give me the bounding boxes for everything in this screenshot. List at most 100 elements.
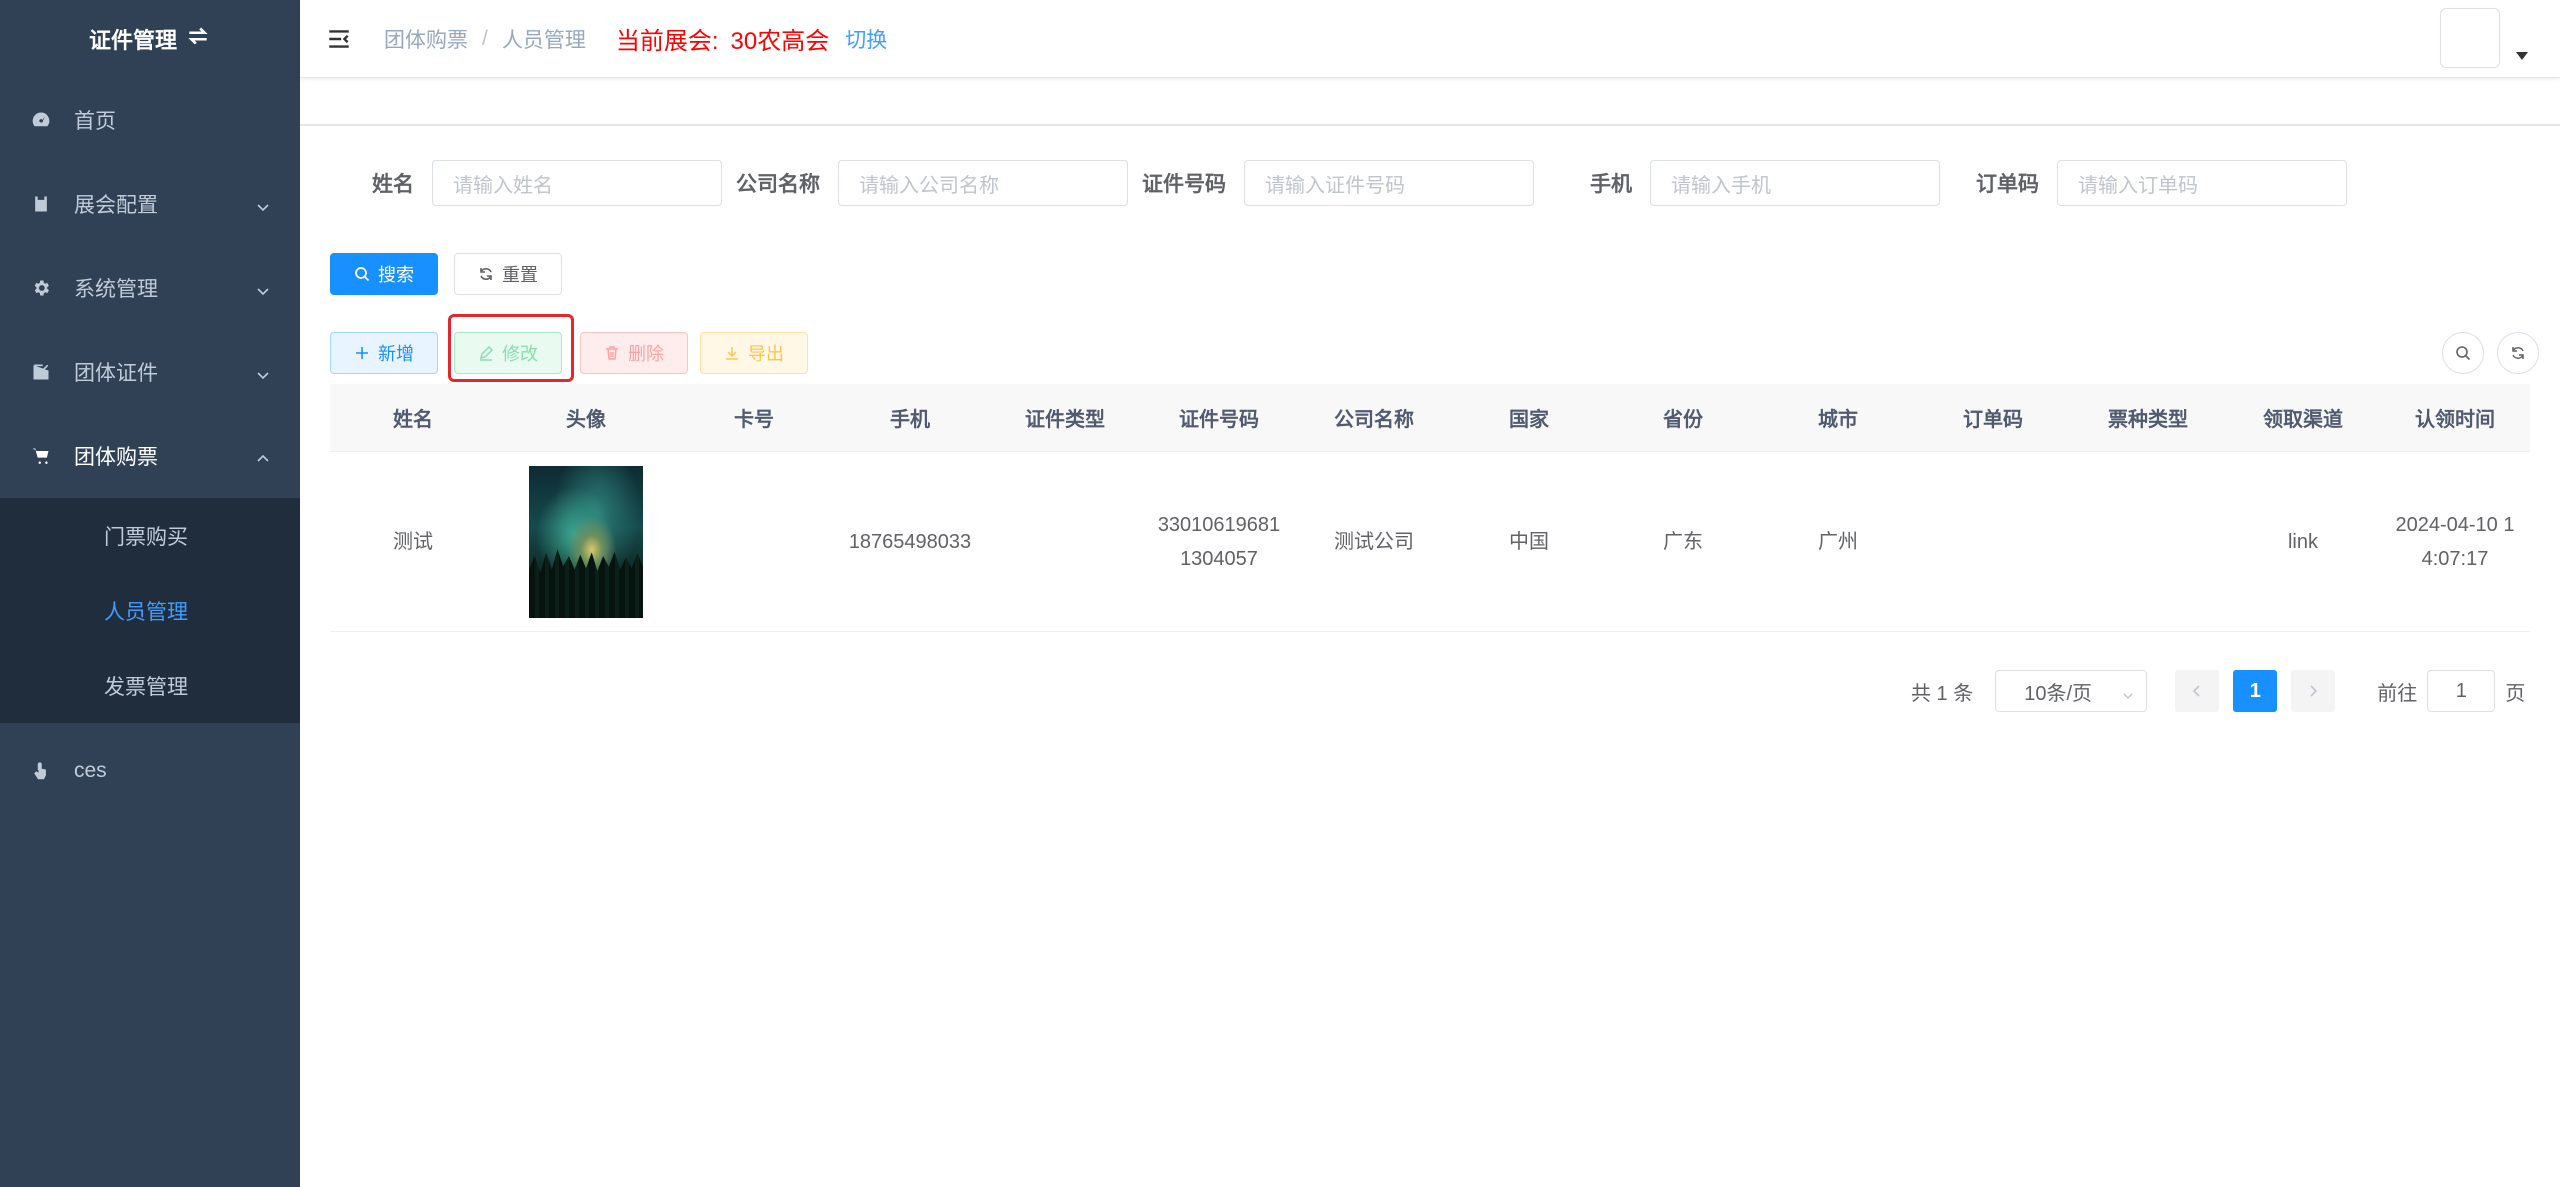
cell-claim-time: 2024-04-10 1 4:07:17 (2380, 452, 2530, 631)
reset-button[interactable]: 重置 (454, 253, 562, 295)
cell-card-no (676, 452, 832, 631)
column-header: 卡号 (734, 409, 774, 431)
download-icon (726, 347, 738, 360)
chevron-down-icon (2122, 685, 2134, 699)
refresh-icon (2512, 347, 2524, 359)
sidebar-item-group-cert[interactable]: 团体证件 (0, 330, 300, 414)
search-button[interactable]: 搜索 (330, 253, 438, 295)
breadcrumb-item[interactable]: 团体购票 (384, 24, 468, 54)
breadcrumb: 团体购票 / 人员管理 (384, 24, 586, 54)
company-input[interactable]: 请输入公司名称 (838, 160, 1128, 206)
column-header: 订单码 (1963, 409, 2023, 431)
submenu-group-ticket: 门票购买 人员管理 发票管理 (0, 498, 300, 723)
export-button[interactable]: 导出 (700, 332, 808, 374)
dashboard-icon (30, 109, 52, 131)
sidebar-item-ces[interactable]: ces (0, 729, 300, 813)
caret-down-icon[interactable] (2516, 52, 2528, 60)
order-code-input[interactable]: 请输入订单码 (2057, 160, 2347, 206)
toggle-search-button[interactable] (2442, 332, 2484, 374)
hand-pointer-icon (30, 760, 52, 782)
navbar: 团体购票 / 人员管理 当前展会: 30农高会 切换 (300, 0, 2560, 78)
order-code-label: 订单码 (1976, 173, 2039, 196)
hamburger-icon[interactable] (326, 26, 352, 52)
goto-page-input[interactable]: 1 (2427, 670, 2496, 712)
id-number-label: 证件号码 (1142, 173, 1226, 196)
chevron-right-icon (2310, 685, 2318, 697)
name-label: 姓名 (372, 173, 414, 196)
column-header: 公司名称 (1334, 409, 1414, 431)
breadcrumb-separator: / (482, 26, 488, 50)
sidebar-item-expo-config[interactable]: 展会配置 (0, 162, 300, 246)
current-expo-name: 30农高会 (730, 28, 830, 55)
page-size-select[interactable]: 10条/页 (1995, 670, 2148, 712)
sidebar-item-label: 首页 (74, 110, 116, 133)
switch-expo-link[interactable]: 切换 (845, 24, 887, 54)
sidebar-item-label: 团体证件 (74, 362, 158, 385)
phone-input[interactable]: 请输入手机 (1650, 160, 1940, 206)
column-header: 头像 (566, 409, 606, 431)
gear-icon (30, 277, 52, 299)
sidebar: 证件管理 首页 展会配置 系统管理 团体证件 团体购票 门票购买 人员管理 发票… (0, 0, 300, 1187)
name-input[interactable]: 请输入姓名 (432, 160, 722, 206)
clipboard-icon (30, 193, 52, 215)
sidebar-subitem-label: 门票购买 (104, 525, 188, 549)
column-header: 省份 (1663, 409, 1703, 431)
sidebar-item-label: ces (74, 759, 107, 782)
delete-button[interactable]: 删除 (580, 332, 688, 374)
prev-page-button[interactable] (2175, 670, 2220, 712)
tags-view-bar (300, 78, 2560, 126)
company-label: 公司名称 (736, 173, 820, 196)
logo-title: 证件管理 (88, 28, 177, 53)
logo[interactable]: 证件管理 (0, 0, 300, 78)
cell-channel: link (2287, 530, 2318, 553)
table-header: 姓名 头像 卡号 手机 证件类型 证件号码 公司名称 国家 省份 城市 订单码 … (330, 384, 2530, 452)
avatar[interactable] (2440, 8, 2500, 68)
export-button-label: 导出 (748, 344, 784, 364)
id-number-line: 33010619681 (1157, 513, 1281, 536)
sidebar-item-label: 展会配置 (74, 194, 158, 217)
sidebar-item-label: 系统管理 (74, 278, 158, 301)
chevron-down-icon (256, 196, 269, 212)
column-header: 姓名 (393, 409, 433, 431)
pagination-total: 共 1 条 (1911, 682, 1974, 705)
plus-icon (356, 347, 368, 359)
avatar-photo[interactable] (529, 465, 643, 618)
sidebar-item-home[interactable]: 首页 (0, 78, 300, 162)
sidebar-subitem-invoice[interactable]: 发票管理 (0, 648, 300, 723)
sidebar-item-group-ticket[interactable]: 团体购票 (0, 414, 300, 498)
cell-company: 测试公司 (1334, 530, 1414, 553)
cell-order-code (1916, 452, 2070, 631)
cell-id-number: 33010619681 1304057 (1142, 452, 1296, 631)
sidebar-subitem-ticket-purchase[interactable]: 门票购买 (0, 498, 300, 573)
phone-label: 手机 (1590, 173, 1632, 196)
user-menu[interactable] (2440, 8, 2528, 68)
column-header: 领取渠道 (2263, 409, 2343, 431)
next-page-button[interactable] (2291, 670, 2336, 712)
trash-icon (606, 346, 618, 360)
column-header: 证件号码 (1179, 409, 1259, 431)
refresh-table-button[interactable] (2497, 332, 2539, 374)
chevron-down-icon (256, 280, 269, 296)
page-number-current[interactable]: 1 (2233, 670, 2278, 712)
sidebar-item-label: 团体购票 (74, 446, 158, 469)
claim-time-line: 4:07:17 (2421, 547, 2489, 570)
cell-country: 中国 (1509, 530, 1549, 553)
column-header: 证件类型 (1025, 409, 1105, 431)
table-row[interactable]: 测试 18765498033 33010619681 1304057 测试公司 … (330, 452, 2530, 632)
breadcrumb-item-current: 人员管理 (501, 28, 586, 52)
goto-label: 前往 (2377, 682, 2418, 705)
chevron-up-icon (256, 448, 269, 462)
search-form: 姓名 请输入姓名 公司名称 请输入公司名称 证件号码 请输入证件号码 手机 请输… (372, 160, 2361, 206)
cell-province: 广东 (1663, 530, 1703, 553)
edit-icon (479, 345, 494, 361)
column-header: 认领时间 (2415, 409, 2495, 431)
id-number-input[interactable]: 请输入证件号码 (1244, 160, 1534, 206)
edit-button[interactable]: 修改 (454, 332, 562, 374)
sidebar-subitem-personnel[interactable]: 人员管理 (0, 573, 300, 648)
switch-arrows-icon[interactable] (185, 23, 211, 55)
add-button[interactable]: 新增 (330, 332, 438, 374)
sidebar-subitem-label: 人员管理 (104, 600, 188, 624)
sidebar-item-system[interactable]: 系统管理 (0, 246, 300, 330)
claim-time-line: 2024-04-10 1 (2395, 513, 2515, 536)
reset-button-label: 重置 (502, 265, 538, 285)
